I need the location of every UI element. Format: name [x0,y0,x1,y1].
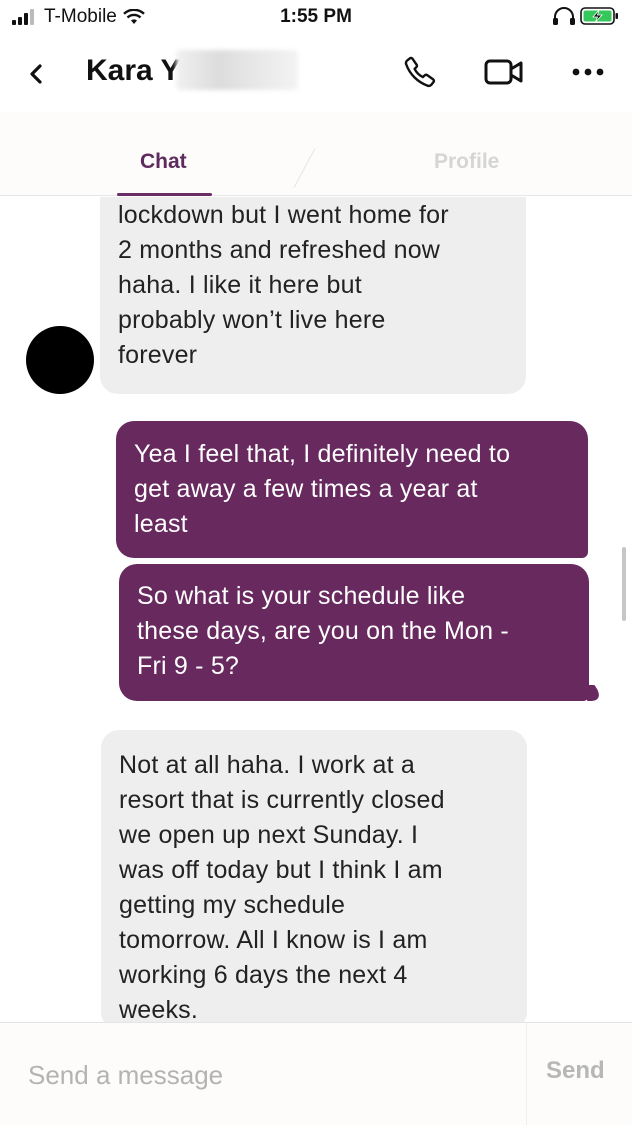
composer-divider [526,1023,527,1125]
message-line: Fri 9 - 5? [137,652,240,680]
name-redaction [176,50,298,90]
chevron-left-icon [30,64,42,84]
message-line: lockdown but I went home for [118,201,449,229]
message-line: probably won’t live here [118,306,386,334]
tab-divider [293,148,316,188]
tab-chat[interactable]: Chat [140,150,187,174]
call-button[interactable] [398,52,442,92]
message-line: tomorrow. All I know is I am [119,926,428,954]
message-line: these days, are you on the Mon - [137,617,509,645]
message-line: Not at all haha. I work at a [119,751,416,779]
message-line: weeks. [119,996,199,1023]
incoming-message-bubble[interactable]: Not at all haha. I work at a resort that… [101,730,527,1023]
scrollbar[interactable] [622,547,626,621]
message-line: resort that is currently closed [119,786,445,814]
contact-name[interactable]: Kara Y [86,54,181,88]
back-button[interactable] [20,58,52,90]
avatar[interactable] [26,326,94,394]
message-line: So what is your schedule like [137,582,466,610]
more-dots-icon [572,68,604,76]
status-bar: T-Mobile 1:55 PM [0,0,632,36]
incoming-message-bubble[interactable]: lockdown but I went home for 2 months an… [100,197,526,394]
more-options-button[interactable] [566,52,610,92]
message-input[interactable] [28,1057,508,1093]
message-line: we open up next Sunday. I [119,821,419,849]
message-line: get away a few times a year at [134,475,478,503]
message-line: haha. I like it here but [118,271,362,299]
message-line: Yea I feel that, I definitely need to [134,440,511,468]
phone-icon [404,56,436,88]
message-line: forever [118,341,198,369]
video-call-button[interactable] [482,52,526,92]
message-list[interactable]: lockdown but I went home for 2 months an… [0,197,632,1023]
send-button[interactable]: Send [546,1057,605,1085]
message-line: getting my schedule [119,891,346,919]
chat-header: Kara Y [0,36,632,112]
outgoing-message-bubble[interactable]: Yea I feel that, I definitely need to ge… [116,421,588,558]
tab-bar: Chat Profile [0,112,632,196]
message-line: was off today but I think I am [119,856,443,884]
battery-icon [580,7,618,25]
message-line: 2 months and refreshed now [118,236,441,264]
tab-profile[interactable]: Profile [434,150,499,174]
message-line: least [134,510,188,538]
video-camera-icon [484,59,523,85]
headphones-icon [553,7,575,25]
outgoing-message-bubble[interactable]: So what is your schedule like these days… [119,564,589,701]
message-line: working 6 days the next 4 [119,961,408,989]
message-composer: Send [0,1022,632,1125]
clock: 1:55 PM [280,6,352,27]
active-tab-indicator [117,193,212,196]
